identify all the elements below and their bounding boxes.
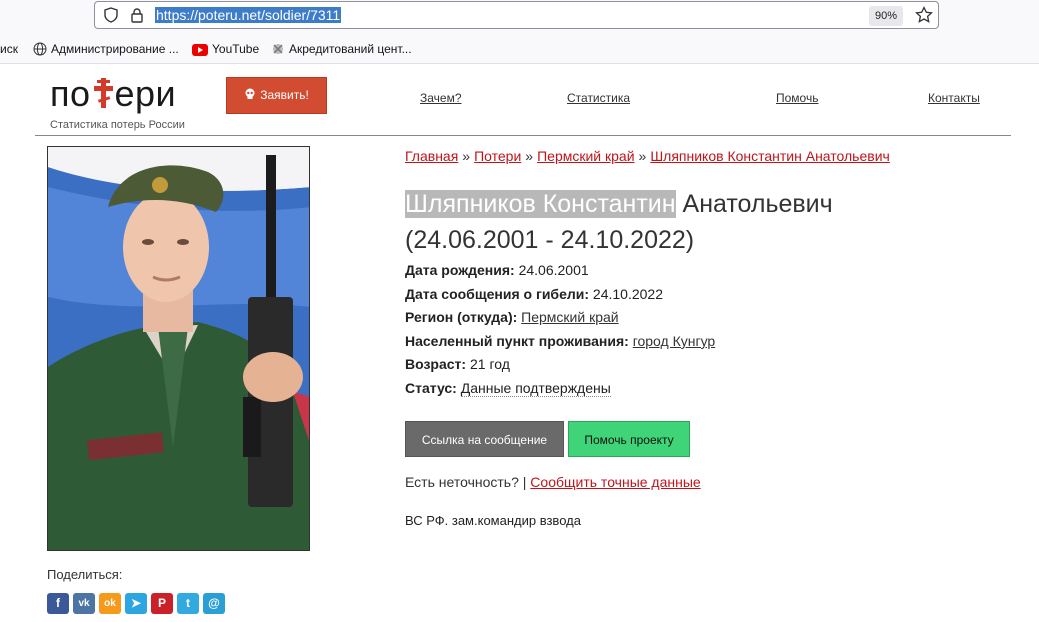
odnoklassniki-icon[interactable]: ok (99, 593, 121, 614)
youtube-icon (192, 44, 208, 56)
bookmark-star-icon[interactable] (914, 5, 934, 29)
title-name-rest: Анатольевич (675, 190, 833, 218)
nav-help[interactable]: Помочь (776, 91, 818, 105)
globe-icon (33, 42, 47, 56)
url-text[interactable]: https://poteru.net/soldier/7311 (155, 7, 342, 23)
person-facts: Дата рождения: 24.06.2001 Дата сообщения… (405, 259, 715, 401)
orthodox-cross-icon (92, 76, 114, 118)
telegram-icon[interactable]: ➤ (125, 593, 147, 614)
bookmark-label: иск (0, 42, 18, 56)
breadcrumb-losses[interactable]: Потери (474, 148, 521, 164)
browser-toolbar: https://poteru.net/soldier/7311 90% (0, 0, 1039, 34)
fact-age: Возраст: 21 год (405, 353, 715, 377)
report-button[interactable]: Заявить! (226, 77, 327, 114)
lock-icon[interactable] (129, 7, 145, 28)
inaccuracy-text: Есть неточность? | (405, 474, 531, 490)
breadcrumb-separator: » (638, 148, 647, 164)
fact-value: 21 год (469, 356, 510, 373)
skull-icon (244, 78, 256, 113)
title-dates: (24.06.2001 - 24.10.2022) (405, 226, 695, 254)
pinterest-icon[interactable]: P (151, 593, 173, 614)
logo-text-left: по (50, 73, 91, 114)
logo-text-right: ери (114, 73, 177, 114)
bookmarks-bar: иск Администрирование ... YouTube Акреди… (0, 34, 1039, 64)
fact-city: Населенный пункт проживания: город Кунгу… (405, 330, 715, 354)
service-note: ВС РФ. зам.командир взвода (405, 513, 581, 528)
breadcrumb-separator: » (525, 148, 534, 164)
breadcrumb: Главная» Потери» Пермский край» Шляпников К… (405, 148, 890, 164)
fact-label: Статус: (405, 379, 457, 396)
vk-icon[interactable]: vk (73, 593, 95, 614)
inaccuracy-line: Есть неточность? | Сообщить точные данны… (405, 474, 701, 490)
fact-label: Дата сообщения о гибели: (405, 285, 590, 302)
bookmark-item[interactable]: иск (0, 41, 18, 57)
header-divider (35, 135, 1011, 136)
report-button-label: Заявить! (260, 88, 309, 102)
bookmark-item[interactable]: Акредитований цент... (271, 41, 412, 57)
fact-label: Населенный пункт проживания: (405, 332, 629, 349)
report-correction-link[interactable]: Сообщить точные данные (530, 474, 700, 490)
fact-value: 24.10.2022 (592, 285, 663, 302)
nav-why[interactable]: Зачем? (420, 91, 462, 105)
fact-label: Возраст: (405, 356, 467, 373)
fact-death: Дата сообщения о гибели: 24.10.2022 (405, 283, 715, 307)
bookmark-item[interactable]: Администрирование ... (33, 41, 179, 57)
email-icon[interactable]: @ (203, 593, 225, 614)
logo-subtitle: Статистика потерь России (50, 119, 185, 131)
twitter-icon[interactable]: t (177, 593, 199, 614)
fact-region: Регион (откуда): Пермский край (405, 306, 715, 330)
breadcrumb-separator: » (462, 148, 471, 164)
fact-birth: Дата рождения: 24.06.2001 (405, 259, 715, 283)
share-label: Поделиться: (47, 567, 123, 582)
title-name-highlighted: Шляпников Константин (405, 190, 676, 218)
support-project-button[interactable]: Помочь проекту (568, 421, 690, 457)
breadcrumb-region[interactable]: Пермский край (537, 148, 634, 164)
fact-status: Статус: Данные подтверждены (405, 377, 715, 401)
bookmark-label: YouTube (212, 42, 260, 56)
emblem-icon (273, 44, 283, 54)
city-link[interactable]: город Кунгур (633, 333, 716, 349)
facebook-icon[interactable]: f (47, 593, 69, 614)
page-title: Шляпников Константин Анатольевич (24.06.… (405, 186, 833, 258)
nav-contacts[interactable]: Контакты (928, 91, 980, 105)
bookmark-label: Акредитований цент... (289, 42, 412, 56)
nav-statistics[interactable]: Статистика (567, 91, 630, 105)
source-link-button[interactable]: Ссылка на сообщение (405, 421, 564, 457)
zoom-level[interactable]: 90% (869, 6, 904, 26)
breadcrumb-home[interactable]: Главная (405, 148, 458, 164)
site-logo[interactable]: по ери Статистика потерь России (50, 73, 185, 132)
status-value: Данные подтверждены (460, 379, 611, 397)
address-bar[interactable]: https://poteru.net/soldier/7311 90% (94, 1, 939, 29)
soldier-photo (47, 146, 310, 551)
fact-label: Регион (откуда): (405, 309, 518, 326)
bookmark-item[interactable]: YouTube (192, 41, 259, 57)
shield-icon[interactable] (103, 7, 119, 28)
breadcrumb-person[interactable]: Шляпников Константин Анатольевич (650, 148, 890, 164)
region-link[interactable]: Пермский край (521, 309, 618, 325)
bookmark-label: Администрирование ... (51, 42, 179, 56)
fact-value: 24.06.2001 (518, 262, 589, 278)
fact-label: Дата рождения: (405, 262, 515, 278)
